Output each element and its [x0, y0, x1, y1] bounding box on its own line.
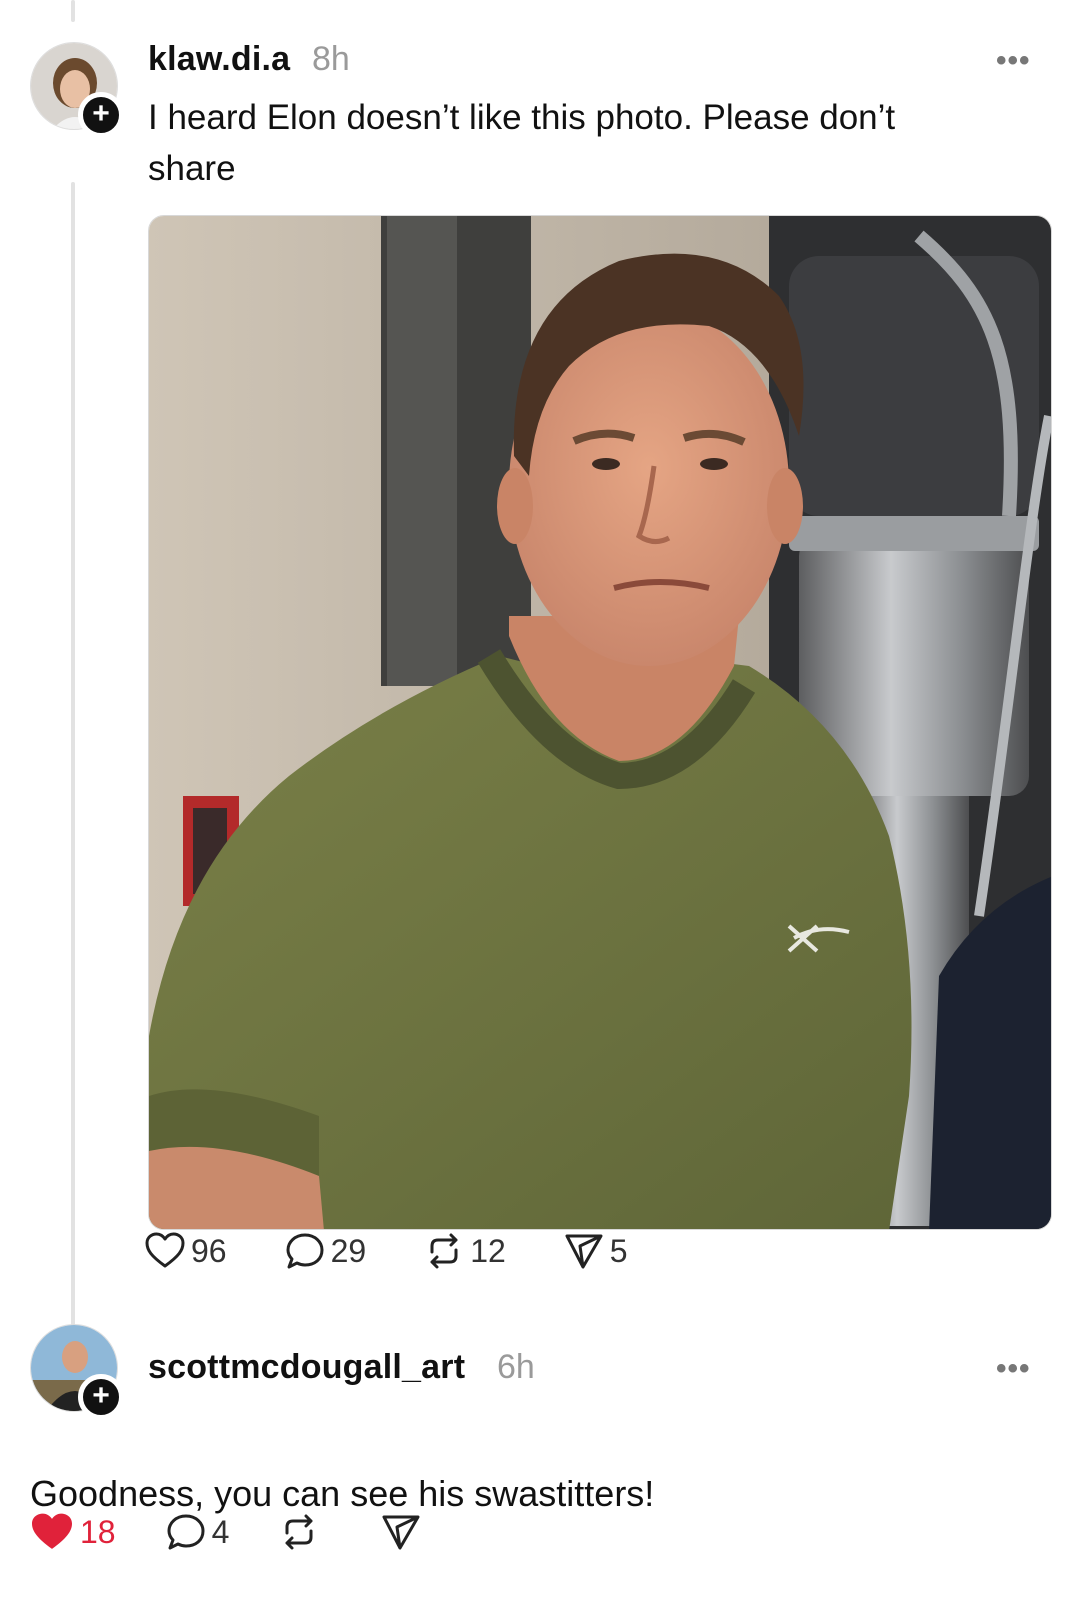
- thread-line-top: [71, 0, 75, 22]
- post-actions: 96 29 12 5: [145, 1232, 686, 1270]
- like-count: 96: [191, 1232, 227, 1269]
- post-time: 8h: [312, 40, 350, 78]
- reply-username[interactable]: scottmcdougall_art: [148, 1348, 465, 1387]
- repost-button[interactable]: 12: [424, 1232, 506, 1270]
- reply-text: Goodness, you can see his swastitters!: [30, 1473, 655, 1514]
- send-icon: [382, 1515, 420, 1550]
- reply-comment-count: 4: [211, 1513, 230, 1550]
- comment-count: 29: [330, 1232, 367, 1269]
- thread-line: [71, 182, 75, 1354]
- like-button[interactable]: 96: [145, 1232, 227, 1270]
- post-username[interactable]: klaw.di.a: [148, 40, 290, 79]
- comment-button[interactable]: 29: [285, 1232, 367, 1270]
- repost-icon: [430, 1233, 458, 1269]
- reply-comment-button[interactable]: 4: [166, 1513, 230, 1551]
- comment-icon: [286, 1233, 324, 1269]
- post-text-line-1: I heard Elon doesn’t like this photo. Pl…: [148, 98, 896, 137]
- share-button[interactable]: 5: [564, 1232, 628, 1270]
- repost-icon: [285, 1514, 313, 1550]
- reply-more-icon[interactable]: •••: [996, 1352, 1031, 1386]
- post-photo[interactable]: [148, 215, 1052, 1230]
- reply-like-count: 18: [80, 1513, 116, 1550]
- reply-repost-button[interactable]: [279, 1513, 319, 1551]
- heart-icon: [145, 1232, 185, 1268]
- heart-filled-icon: [32, 1513, 72, 1549]
- reply-share-button[interactable]: [381, 1513, 421, 1551]
- reply-follow-plus-icon[interactable]: +: [78, 1374, 124, 1420]
- reply-time: 6h: [497, 1348, 535, 1386]
- send-icon: [565, 1234, 603, 1269]
- repost-count: 12: [470, 1232, 506, 1269]
- post-text-line-2: share: [148, 149, 236, 188]
- more-icon[interactable]: •••: [996, 44, 1031, 78]
- comment-icon: [167, 1514, 205, 1550]
- follow-plus-icon[interactable]: +: [78, 92, 124, 138]
- reply-actions: 18 4: [30, 1512, 479, 1552]
- share-count: 5: [609, 1232, 628, 1269]
- reply-like-button[interactable]: 18: [30, 1512, 116, 1552]
